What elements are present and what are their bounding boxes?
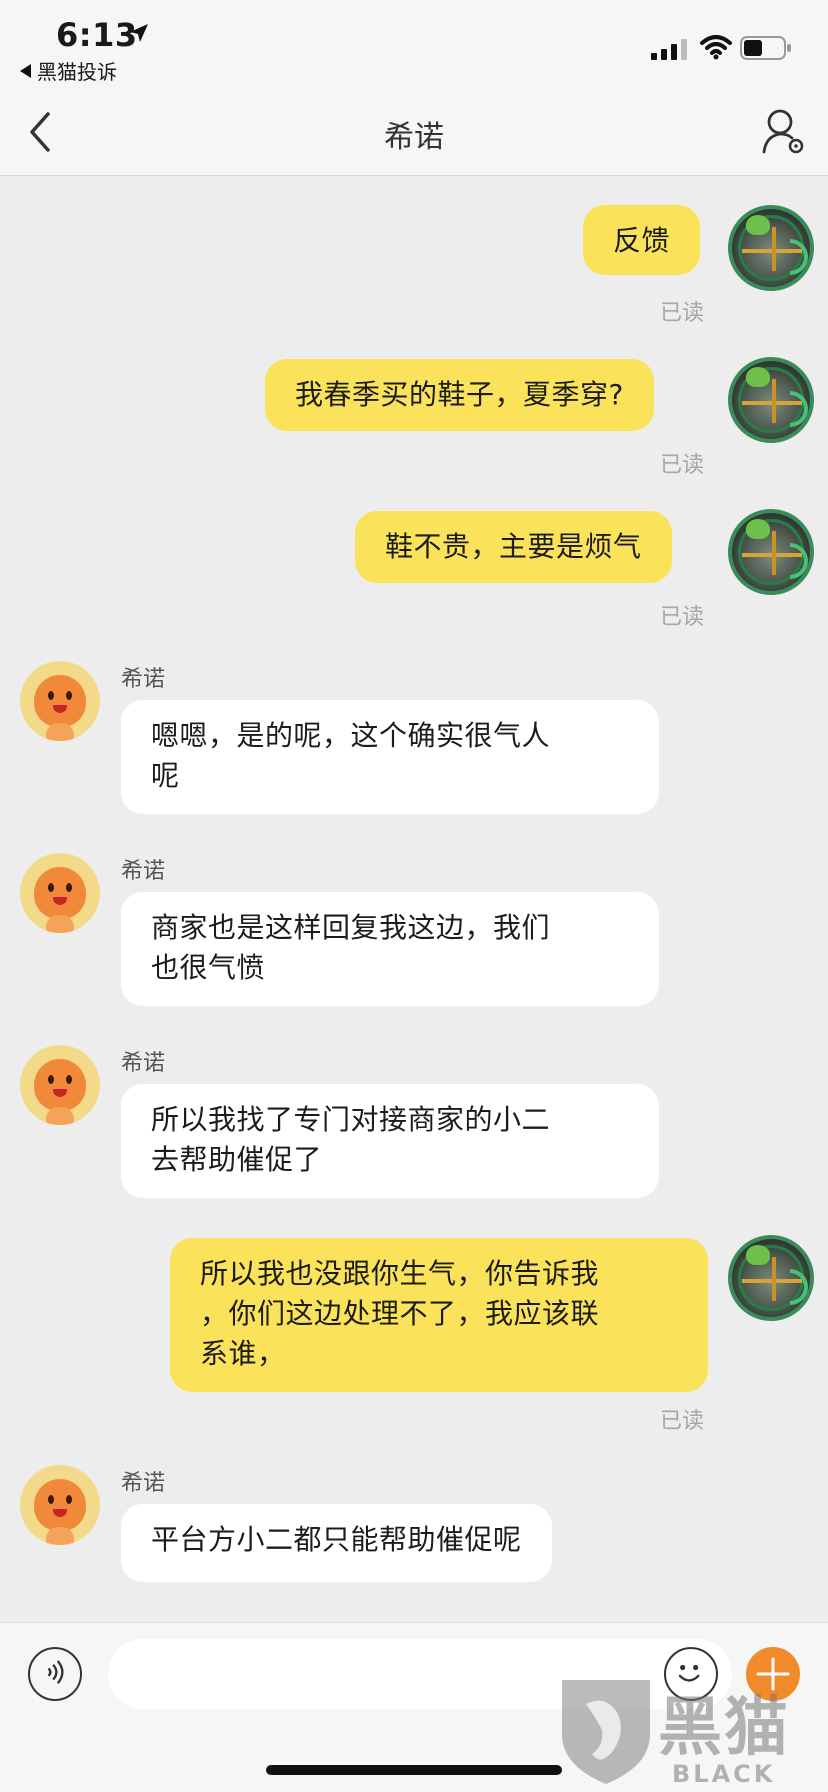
message-text: 鞋不贵，主要是烦气 [385,530,642,563]
user-avatar[interactable] [728,509,814,595]
incoming-message[interactable]: 嗯嗯，是的呢，这个确实很气人 呢 [121,700,659,814]
watermark-text: 黑猫 [658,1691,790,1765]
voice-icon [47,1660,64,1684]
read-receipt: 已读 [660,301,705,326]
user-avatar[interactable] [728,1235,814,1321]
incoming-message[interactable]: 商家也是这样回复我这边，我们 也很气愤 [121,892,659,1006]
agent-avatar[interactable] [20,853,100,933]
outgoing-message[interactable]: 反馈 [583,205,701,275]
sender-name: 希诺 [121,859,166,884]
message-line: 商家也是这样回复我这边，我们 [151,911,551,944]
incoming-message[interactable]: 平台方小二都只能帮助催促呢 [121,1504,552,1582]
wifi-icon [700,35,732,60]
outgoing-message[interactable]: 所以我也没跟你生气，你告诉我 ，你们这边处理不了，我应该联 系谁， [170,1238,708,1392]
cellular-signal-icon [651,39,687,60]
message-text: 我春季买的鞋子，夏季穿? [295,378,624,411]
back-app-label: 黑猫投诉 [37,60,117,84]
agent-avatar[interactable] [20,1465,100,1545]
read-receipt: 已读 [660,1409,705,1434]
chat-message-list[interactable]: 反馈 已读 我春季买的鞋子，夏季穿? 已读 鞋不贵，主要是烦气 已读 希诺 嗯嗯… [0,177,828,1622]
message-text: 反馈 [613,224,671,257]
location-arrow-icon [130,24,148,42]
message-line: 系谁， [200,1337,286,1370]
agent-avatar[interactable] [20,1045,100,1125]
message-line: 平台方小二都只能帮助催促呢 [151,1523,522,1556]
user-avatar[interactable] [728,205,814,291]
back-triangle-icon [20,63,31,78]
sender-name: 希诺 [121,667,166,692]
message-line: ，你们这边处理不了，我应该联 [200,1297,600,1330]
home-indicator[interactable] [266,1765,562,1775]
nav-bar: 希诺 [0,88,828,176]
message-line: 所以我找了专门对接商家的小二 [151,1103,551,1136]
user-avatar[interactable] [728,357,814,443]
black-cat-watermark: 黑猫 BLACK CAT [556,1674,828,1792]
voice-button[interactable] [28,1647,82,1701]
battery-icon [740,36,791,60]
incoming-message[interactable]: 所以我找了专门对接商家的小二 去帮助催促了 [121,1084,659,1198]
agent-avatar[interactable] [20,661,100,741]
message-line: 所以我也没跟你生气，你告诉我 [200,1257,600,1290]
status-time: 6:13 [56,16,138,54]
page-title: 希诺 [384,120,444,155]
outgoing-message[interactable]: 我春季买的鞋子，夏季穿? [265,359,654,431]
read-receipt: 已读 [660,453,705,478]
sender-name: 希诺 [121,1471,166,1496]
outgoing-message[interactable]: 鞋不贵，主要是烦气 [355,511,672,583]
watermark-subtext: BLACK CAT [672,1760,776,1792]
sender-name: 希诺 [121,1051,166,1076]
user-settings-icon[interactable] [762,108,806,156]
back-to-app-link[interactable]: 黑猫投诉 [20,56,117,85]
read-receipt: 已读 [660,605,705,630]
black-cat-logo-icon [562,1680,650,1784]
message-line: 嗯嗯，是的呢，这个确实很气人 [151,719,551,752]
message-line: 呢 [151,759,180,792]
message-line: 也很气愤 [151,951,266,984]
status-bar: 6:13 黑猫投诉 [0,0,828,88]
message-line: 去帮助催促了 [151,1143,323,1176]
